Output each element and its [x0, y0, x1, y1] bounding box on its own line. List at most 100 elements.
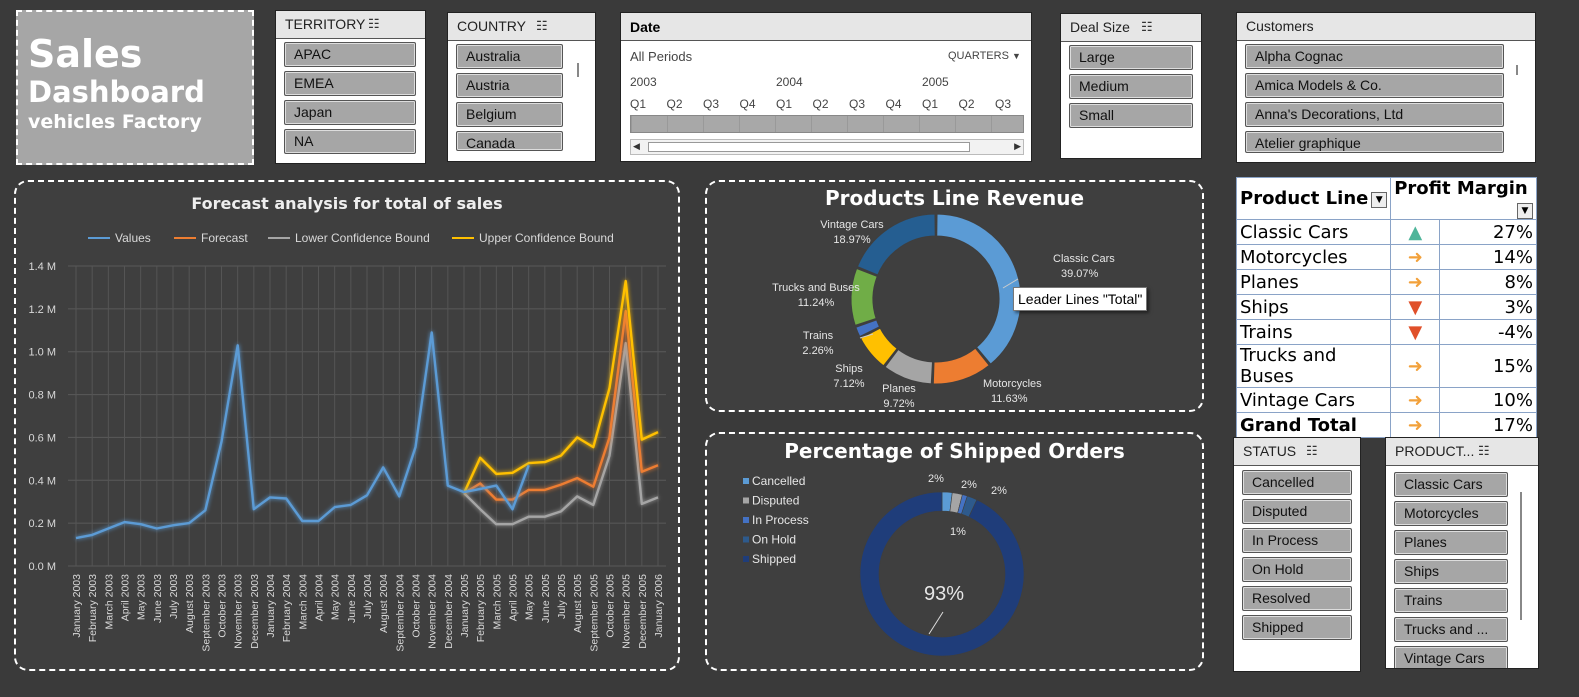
slicer-header: PRODUCT... ☷	[1386, 438, 1538, 466]
scrollbar-thumb[interactable]	[648, 142, 970, 152]
x-tick-label: May 2005	[524, 574, 536, 620]
slicer-item[interactable]: Amica Models & Co.	[1245, 73, 1504, 98]
profit-margin-cell: 27%	[1439, 219, 1537, 245]
slicer-item[interactable]: EMEA	[284, 71, 416, 96]
timeline-quarter-label[interactable]: Q3	[849, 97, 865, 111]
timeline-quarter-label[interactable]: Q4	[886, 97, 902, 111]
slicer-item[interactable]: Shipped	[1242, 615, 1352, 640]
slicer-item[interactable]: Medium	[1069, 74, 1193, 99]
scrollbar[interactable]	[577, 63, 579, 77]
slicer-item[interactable]: Small	[1069, 103, 1193, 128]
slice-category-label: Motorcycles	[983, 378, 1042, 390]
timeline-quarter-label[interactable]: Q4	[740, 97, 756, 111]
title-line-1: Sales	[28, 32, 143, 76]
timeline-quarter-label[interactable]: Q1	[630, 97, 646, 111]
slicer-item[interactable]: Disputed	[1242, 499, 1352, 524]
scrollbar[interactable]	[1516, 65, 1518, 75]
slicer-item[interactable]: APAC	[284, 42, 416, 67]
slicer-item[interactable]: Resolved	[1242, 586, 1352, 611]
profit-margin-cell: 14%	[1439, 244, 1537, 270]
x-tick-label: April 2004	[314, 574, 326, 621]
multi-select-icon[interactable]: ☷	[1306, 443, 1318, 459]
multi-select-icon[interactable]: ☷	[1141, 19, 1153, 35]
y-tick-label: 0.6 M	[28, 432, 56, 444]
slicer-item[interactable]: Austria	[456, 73, 563, 98]
revenue-panel: Products Line Revenue Classic Cars 39.07%…	[705, 180, 1204, 412]
slicer-item[interactable]: Canada	[456, 131, 563, 151]
column-header-profit-margin[interactable]: Profit Margin ▼	[1390, 177, 1537, 220]
x-tick-label: June 2004	[346, 574, 358, 623]
x-tick-label: December 2005	[637, 574, 649, 649]
scroll-left-icon[interactable]: ◀	[633, 141, 640, 152]
x-tick-label: November 2003	[233, 574, 245, 649]
slicer-item[interactable]: On Hold	[1242, 557, 1352, 582]
arrow-down-icon: ▼	[1390, 294, 1441, 320]
slicer-item[interactable]: Large	[1069, 45, 1193, 70]
shipped-donut-chart: Cancelled Disputed In Process On Hold Shippe…	[743, 473, 1025, 657]
slicer-item[interactable]: Vintage Cars	[1394, 646, 1508, 668]
product-line-cell: Vintage Cars	[1235, 387, 1392, 413]
x-tick-label: October 2003	[217, 574, 229, 638]
dashboard-title: Sales Dashboard vehicles Factory	[16, 10, 254, 165]
forecast-panel: Forecast analysis for total of sales 0.0…	[14, 180, 680, 671]
product-line-cell: Planes	[1235, 269, 1392, 295]
slicer-item[interactable]: Belgium	[456, 102, 563, 127]
slice-category-label: Vintage Cars	[820, 219, 884, 231]
x-tick-label: March 2005	[491, 574, 503, 630]
column-header-product-line[interactable]: Product Line ▼	[1235, 177, 1392, 220]
slicer-item[interactable]: Anna's Decorations, Ltd	[1245, 102, 1504, 127]
slicer-item[interactable]: NA	[284, 129, 416, 154]
multi-select-icon[interactable]: ☷	[1478, 443, 1490, 459]
shipped-panel: Percentage of Shipped Orders Cancelled Di…	[705, 432, 1204, 671]
y-tick-label: 1.4 M	[28, 261, 56, 273]
slicer-item[interactable]: Ships	[1394, 559, 1508, 584]
x-tick-label: September 2004	[394, 574, 406, 652]
scrollbar[interactable]	[1520, 492, 1522, 620]
x-tick-label: March 2004	[297, 574, 309, 630]
slicer-item[interactable]: Trains	[1394, 588, 1508, 613]
multi-select-icon[interactable]: ☷	[368, 16, 380, 32]
timeline-scrollbar[interactable]: ◀ ▶	[630, 139, 1024, 155]
multi-select-icon[interactable]: ☷	[536, 18, 548, 34]
slicer-item[interactable]: Japan	[284, 100, 416, 125]
slicer-item[interactable]: Classic Cars	[1394, 472, 1508, 497]
slicer-item[interactable]: Planes	[1394, 530, 1508, 555]
donut-slice-shipped	[859, 491, 1025, 657]
table-row: Trains ▼ -4%	[1235, 319, 1537, 345]
timeline-year-label: 2004	[776, 75, 803, 89]
timeline-quarter-label[interactable]: Q2	[813, 97, 829, 111]
legend-label: Cancelled	[752, 474, 805, 488]
filter-dropdown-icon[interactable]: ▼	[1371, 192, 1388, 208]
slicer-item[interactable]: Trucks and ...	[1394, 617, 1508, 642]
legend-swatch	[743, 478, 749, 484]
slicer-item[interactable]: Motorcycles	[1394, 501, 1508, 526]
arrow-right-icon: ➜	[1390, 269, 1441, 295]
product-line-cell: Trucks and Buses	[1235, 344, 1392, 388]
timeline-quarter-label[interactable]: Q3	[703, 97, 719, 111]
time-level-dropdown[interactable]: QUARTERS ▼	[948, 50, 1021, 62]
arrow-up-icon: ▲	[1390, 219, 1441, 245]
slicer-header: Date	[621, 13, 1031, 41]
timeline-quarter-label[interactable]: Q2	[667, 97, 683, 111]
slice-category-label: Trains	[803, 330, 834, 342]
forecast-chart: 0.0 M 0.2 M 0.4 M 0.6 M 0.8 M 1.0 M 1.2 M 1.4 M…	[28, 231, 666, 652]
slicer-item[interactable]: In Process	[1242, 528, 1352, 553]
legend-label: Lower Confidence Bound	[295, 231, 430, 245]
timeline-quarter-label[interactable]: Q1	[922, 97, 938, 111]
slicer-item[interactable]: Alpha Cognac	[1245, 44, 1504, 69]
x-tick-label: September 2003	[200, 574, 212, 652]
timeline-bar[interactable]	[630, 115, 1024, 133]
timeline-year-label: 2005	[922, 75, 949, 89]
y-tick-label: 1.2 M	[28, 304, 56, 316]
timeline-quarter-label[interactable]: Q3	[995, 97, 1011, 111]
timeline-quarter-label[interactable]: Q2	[959, 97, 975, 111]
legend-swatch	[743, 536, 749, 543]
slicer-item[interactable]: Cancelled	[1242, 470, 1352, 495]
filter-dropdown-icon[interactable]: ▼	[1517, 203, 1533, 219]
scroll-right-icon[interactable]: ▶	[1014, 141, 1021, 152]
leader-lines-tooltip: Leader Lines "Total"	[1013, 287, 1148, 311]
slicer-item[interactable]: Atelier graphique	[1245, 131, 1504, 153]
status-slicer: STATUS ☷ Cancelled Disputed In Process On…	[1233, 437, 1361, 672]
timeline-quarter-label[interactable]: Q1	[776, 97, 792, 111]
slicer-item[interactable]: Australia	[456, 44, 563, 69]
